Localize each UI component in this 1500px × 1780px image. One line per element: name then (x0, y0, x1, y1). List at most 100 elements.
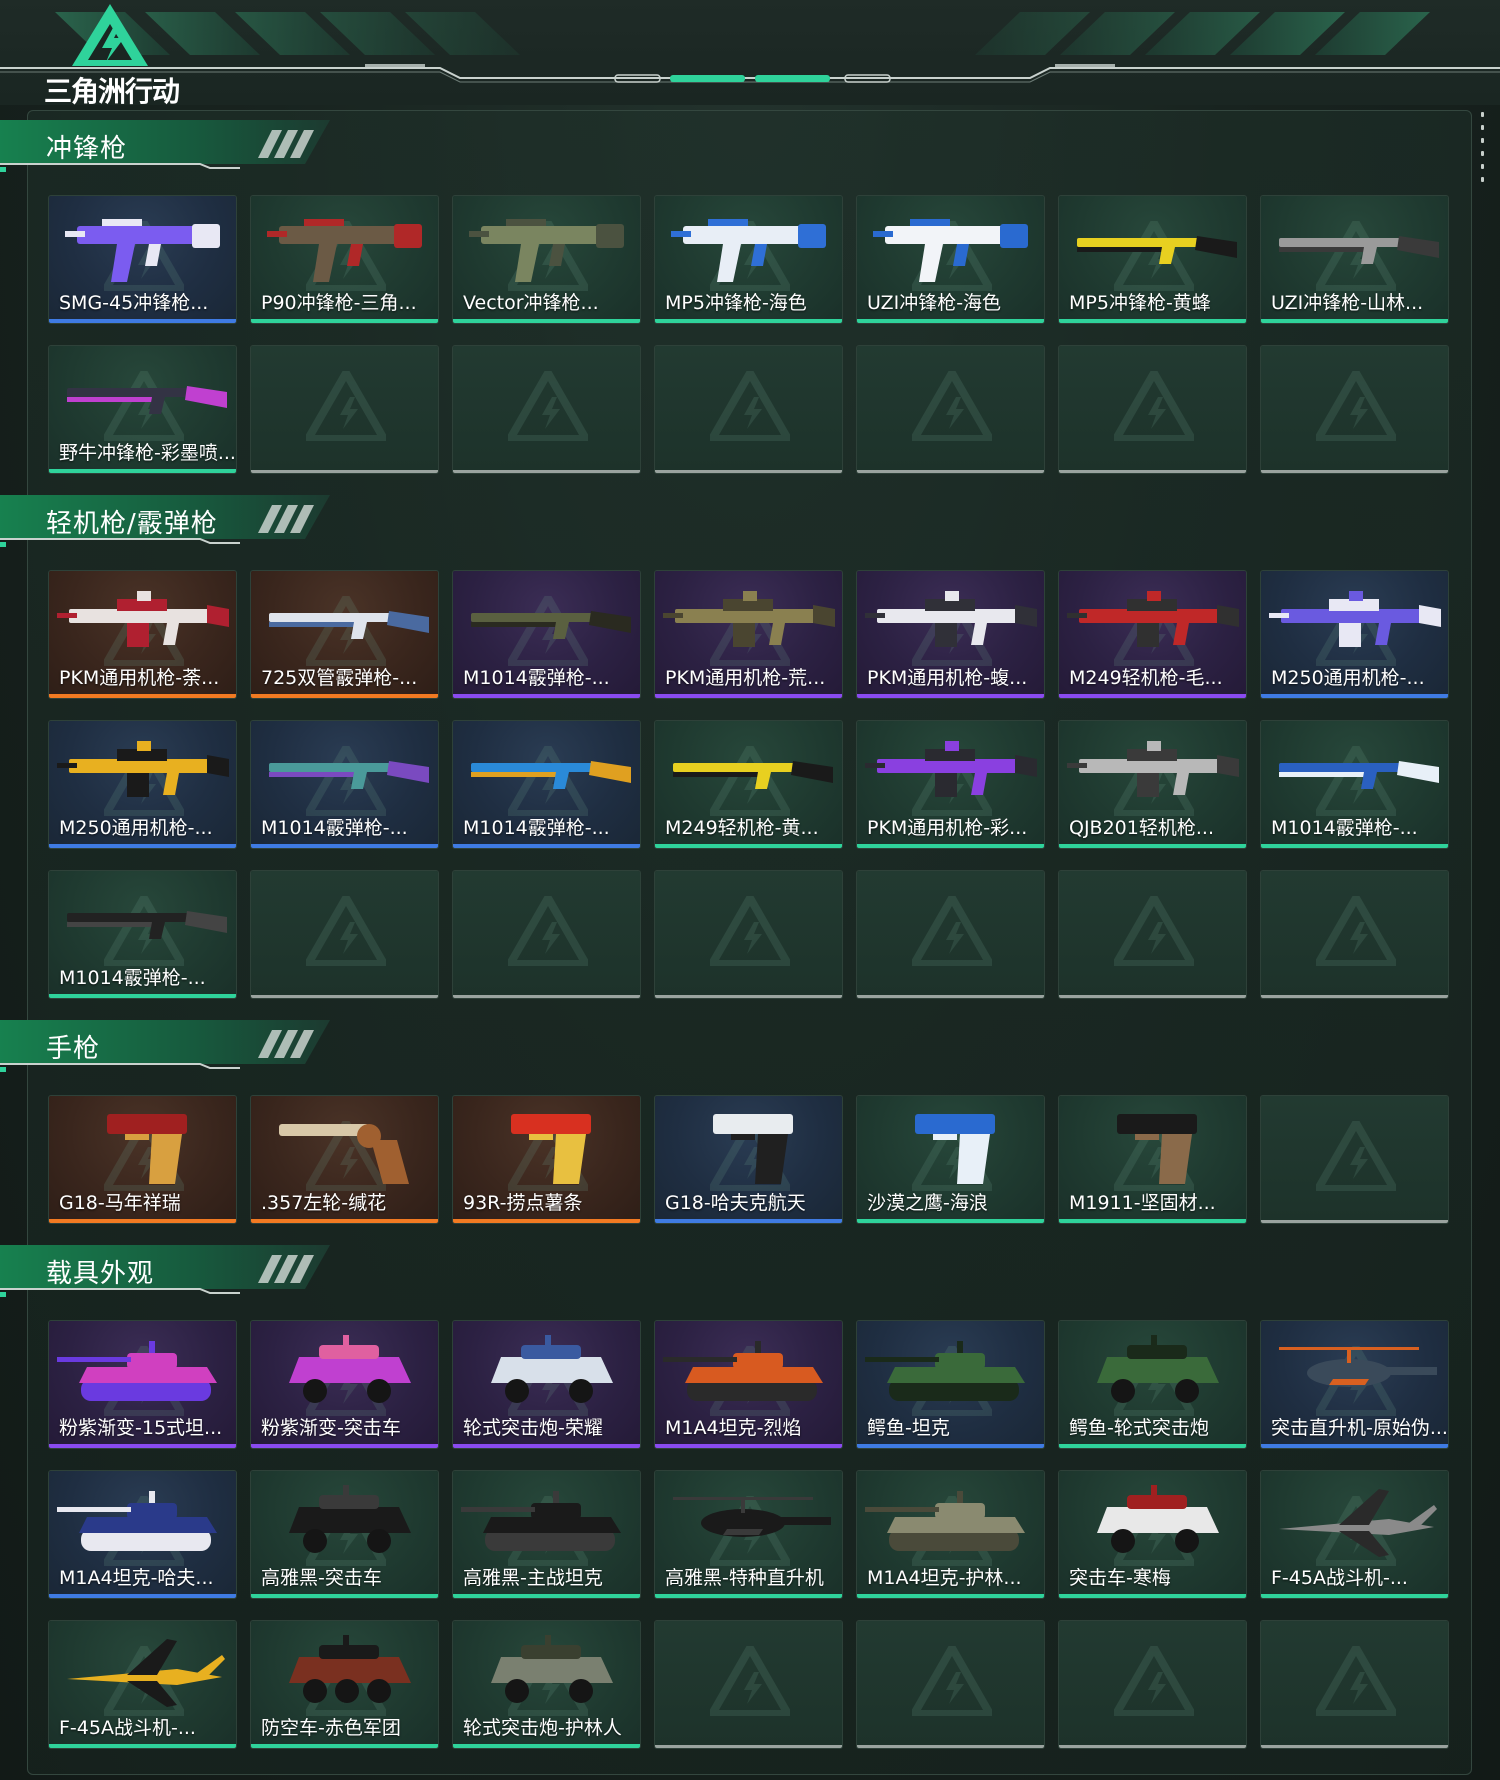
item-name: 高雅黑-突击车 (261, 1567, 382, 1589)
collection-item[interactable]: 粉紫渐变-15式坦... (48, 1320, 237, 1449)
rarity-bar (1059, 1594, 1246, 1598)
collection-item[interactable]: M1014霰弹枪-... (1260, 720, 1449, 849)
collection-item[interactable]: PKM通用机枪-彩... (856, 720, 1045, 849)
collection-item[interactable]: UZI冲锋枪-海色 (856, 195, 1045, 324)
item-name: 高雅黑-主战坦克 (463, 1567, 603, 1589)
collection-item[interactable]: M1014霰弹枪-... (452, 570, 641, 699)
collection-item[interactable]: M250通用机枪-... (1260, 570, 1449, 699)
rarity-bar (49, 1744, 236, 1748)
collection-item[interactable]: 高雅黑-特种直升机 (654, 1470, 843, 1599)
item-name: M1A4坦克-哈夫... (59, 1567, 214, 1589)
rarity-bar (49, 469, 236, 473)
item-name: M1A4坦克-烈焰 (665, 1417, 802, 1439)
item-name: MP5冲锋枪-黄蜂 (1069, 292, 1211, 314)
collection-item[interactable]: 高雅黑-主战坦克 (452, 1470, 641, 1599)
collection-item[interactable]: F-45A战斗机-... (48, 1620, 237, 1749)
collection-item[interactable]: MP5冲锋枪-海色 (654, 195, 843, 324)
collection-item[interactable]: M1911-坚固材... (1058, 1095, 1247, 1224)
collection-item[interactable]: Vector冲锋枪... (452, 195, 641, 324)
scrollbar-handle[interactable] (1479, 112, 1485, 182)
section-title: 手枪 (46, 1034, 101, 1064)
empty-slot (1058, 1620, 1247, 1749)
section-title: 载具外观 (46, 1259, 155, 1289)
item-name: 鳄鱼-轮式突击炮 (1069, 1417, 1209, 1439)
collection-item[interactable]: M1A4坦克-烈焰 (654, 1320, 843, 1449)
item-name: M249轻机枪-黄... (665, 817, 819, 839)
rarity-bar (251, 1444, 438, 1448)
item-name: G18-马年祥瑞 (59, 1192, 181, 1214)
rarity-bar (251, 1219, 438, 1223)
collection-item[interactable]: M1014霰弹枪-... (48, 870, 237, 999)
collection-item[interactable]: 轮式突击炮-护林人 (452, 1620, 641, 1749)
logo-watermark-icon (1316, 1646, 1396, 1716)
collection-item[interactable]: M1A4坦克-护林... (856, 1470, 1045, 1599)
collection-item[interactable]: M249轻机枪-黄... (654, 720, 843, 849)
collection-item[interactable]: F-45A战斗机-... (1260, 1470, 1449, 1599)
item-name: G18-哈夫克航天 (665, 1192, 806, 1214)
collection-item[interactable]: P90冲锋枪-三角... (250, 195, 439, 324)
collection-item[interactable]: M1014霰弹枪-... (250, 720, 439, 849)
collection-item[interactable]: PKM通用机枪-荼... (48, 570, 237, 699)
collection-item[interactable]: 725双管霰弹枪-... (250, 570, 439, 699)
item-preview-image (865, 591, 1037, 647)
item-preview-image (461, 1491, 621, 1551)
empty-slot (452, 870, 641, 999)
rarity-bar (655, 1219, 842, 1223)
collection-item[interactable]: 轮式突击炮-荣耀 (452, 1320, 641, 1449)
collection-item[interactable]: 突击车-寒梅 (1058, 1470, 1247, 1599)
collection-item[interactable]: G18-哈夫克航天 (654, 1095, 843, 1224)
item-preview-image (865, 1341, 1025, 1401)
collection-item[interactable]: .357左轮-缄花 (250, 1095, 439, 1224)
collection-item[interactable]: 鳄鱼-坦克 (856, 1320, 1045, 1449)
collection-item[interactable]: M249轻机枪-毛... (1058, 570, 1247, 699)
empty-slot (1058, 345, 1247, 474)
rarity-bar (857, 1444, 1044, 1448)
collection-item[interactable]: 沙漠之鹰-海浪 (856, 1095, 1045, 1224)
collection-item[interactable]: M1014霰弹枪-... (452, 720, 641, 849)
item-name: PKM通用机枪-彩... (867, 817, 1028, 839)
rarity-bar (49, 1219, 236, 1223)
collection-item[interactable]: PKM通用机枪-荒... (654, 570, 843, 699)
item-name: M250通用机枪-... (59, 817, 213, 839)
item-preview-image (865, 741, 1037, 797)
item-preview-image (671, 219, 826, 282)
collection-item[interactable]: 鳄鱼-轮式突击炮 (1058, 1320, 1247, 1449)
slot-bar (1261, 1745, 1448, 1748)
collection-item[interactable]: 突击直升机-原始伪... (1260, 1320, 1449, 1449)
empty-slot (1260, 1620, 1449, 1749)
item-preview-image (491, 1335, 613, 1403)
item-preview-image (491, 1635, 613, 1703)
collection-item[interactable]: 防空车-赤色军团 (250, 1620, 439, 1749)
item-name: M1911-坚固材... (1069, 1192, 1216, 1214)
item-name: PKM通用机枪-蝮... (867, 667, 1028, 689)
collection-item[interactable]: 野牛冲锋枪-彩墨喷... (48, 345, 237, 474)
collection-item[interactable]: QJB201轻机枪... (1058, 720, 1247, 849)
collection-item[interactable]: G18-马年祥瑞 (48, 1095, 237, 1224)
item-name: UZI冲锋枪-山林... (1271, 292, 1424, 314)
collection-item[interactable]: UZI冲锋枪-山林... (1260, 195, 1449, 324)
header-frame-line (0, 64, 1500, 83)
collection-item[interactable]: PKM通用机枪-蝮... (856, 570, 1045, 699)
collection-item[interactable]: MP5冲锋枪-黄蜂 (1058, 195, 1247, 324)
item-preview-image (57, 591, 229, 647)
empty-slot (654, 1620, 843, 1749)
collection-item[interactable]: 高雅黑-突击车 (250, 1470, 439, 1599)
collection-item[interactable]: M250通用机枪-... (48, 720, 237, 849)
empty-slot (654, 870, 843, 999)
rarity-bar (49, 1444, 236, 1448)
item-name: .357左轮-缄花 (261, 1192, 387, 1214)
collection-item[interactable]: SMG-45冲锋枪... (48, 195, 237, 324)
item-preview-image (1279, 1489, 1437, 1557)
section-header: 冲锋枪 (0, 120, 340, 172)
logo-watermark-icon (1114, 896, 1194, 966)
item-preview-image (57, 741, 229, 797)
rarity-bar (1059, 319, 1246, 323)
collection-item[interactable]: 粉紫渐变-突击车 (250, 1320, 439, 1449)
item-preview-image (67, 1639, 225, 1707)
collection-item[interactable]: 93R-捞点薯条 (452, 1095, 641, 1224)
logo-watermark-icon (1114, 371, 1194, 441)
collection-item[interactable]: M1A4坦克-哈夫... (48, 1470, 237, 1599)
slot-bar (251, 470, 438, 473)
empty-slot (856, 870, 1045, 999)
rarity-bar (1261, 1444, 1448, 1448)
